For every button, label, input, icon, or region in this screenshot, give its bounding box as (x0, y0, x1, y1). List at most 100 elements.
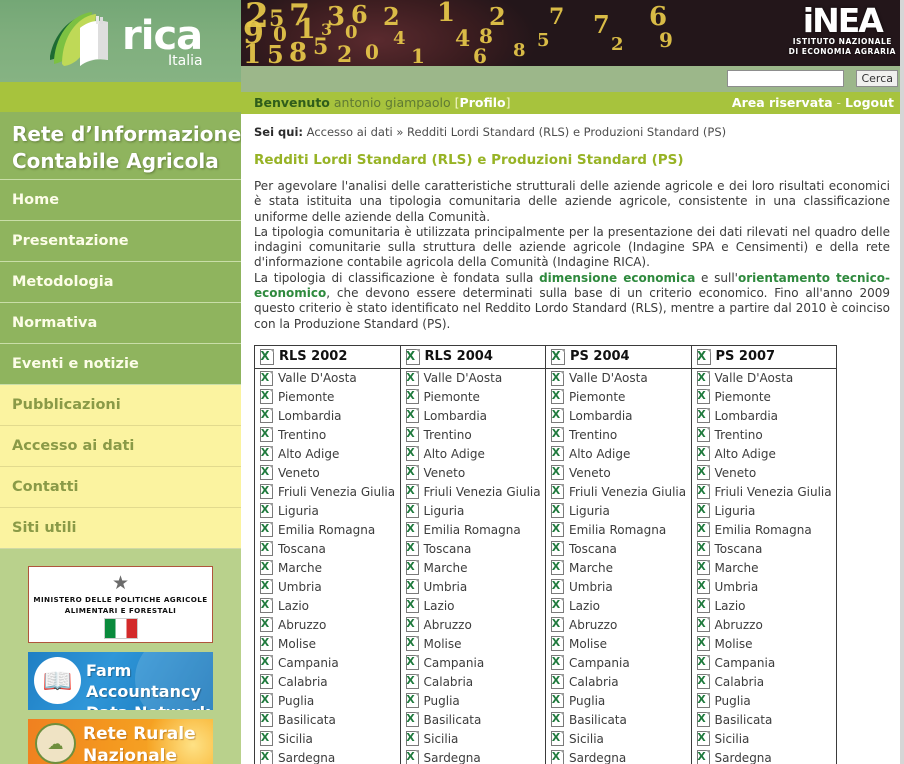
download-link[interactable]: X Basilicata (260, 712, 396, 728)
download-link[interactable]: X Molise (696, 636, 833, 652)
download-link[interactable]: X Veneto (696, 465, 833, 481)
logo-rete-rurale-nazionale[interactable]: ☁ Rete Rurale Nazionale (28, 719, 213, 764)
download-link[interactable]: X Calabria (405, 674, 542, 690)
download-link[interactable]: X Piemonte (405, 389, 542, 405)
download-link[interactable]: X Campania (405, 655, 542, 671)
logo-mipaaf[interactable]: ★ MINISTERO DELLE POLITICHE AGRICOLE ALI… (28, 566, 213, 643)
download-link[interactable]: X Trentino (696, 427, 833, 443)
sidebar-item-pubblicazioni[interactable]: Pubblicazioni (0, 385, 241, 426)
download-link[interactable]: X Marche (696, 560, 833, 576)
download-link[interactable]: X Campania (551, 655, 687, 671)
download-link[interactable]: X Valle D'Aosta (551, 370, 687, 386)
download-link[interactable]: X Toscana (405, 541, 542, 557)
download-link[interactable]: X Lazio (696, 598, 833, 614)
download-link[interactable]: X Friuli Venezia Giulia (696, 484, 833, 500)
download-link[interactable]: X Valle D'Aosta (696, 370, 833, 386)
download-link[interactable]: X Alto Adige (696, 446, 833, 462)
download-link[interactable]: X Umbria (696, 579, 833, 595)
sidebar-item-siti-utili[interactable]: Siti utili (0, 508, 241, 549)
download-link[interactable]: X Toscana (260, 541, 396, 557)
download-link[interactable]: X Molise (260, 636, 396, 652)
download-link[interactable]: X Emilia Romagna (405, 522, 542, 538)
download-link[interactable]: X Campania (260, 655, 396, 671)
sidebar-item-metodologia[interactable]: Metodologia (0, 262, 241, 303)
download-link[interactable]: X Abruzzo (551, 617, 687, 633)
download-link[interactable]: X Friuli Venezia Giulia (405, 484, 542, 500)
download-link[interactable]: X Puglia (551, 693, 687, 709)
download-link[interactable]: X Sicilia (696, 731, 833, 747)
download-link[interactable]: X Umbria (551, 579, 687, 595)
search-input[interactable] (727, 70, 844, 87)
column-header-rls-2002[interactable]: X RLS 2002 (260, 348, 396, 365)
sidebar-item-eventi-e-notizie[interactable]: Eventi e notizie (0, 344, 241, 385)
download-link[interactable]: X Trentino (260, 427, 396, 443)
download-link[interactable]: X Basilicata (696, 712, 833, 728)
download-link[interactable]: X Sardegna (696, 750, 833, 764)
breadcrumb-link-accesso-ai-dati[interactable]: Accesso ai dati (307, 125, 393, 139)
download-link[interactable]: X Sardegna (551, 750, 687, 764)
download-link[interactable]: X Abruzzo (260, 617, 396, 633)
download-link[interactable]: X Veneto (405, 465, 542, 481)
download-link[interactable]: X Calabria (551, 674, 687, 690)
download-link[interactable]: X Alto Adige (260, 446, 396, 462)
download-link[interactable]: X Emilia Romagna (696, 522, 833, 538)
download-link[interactable]: X Sicilia (405, 731, 542, 747)
download-link[interactable]: X Alto Adige (405, 446, 542, 462)
sidebar-item-normativa[interactable]: Normativa (0, 303, 241, 344)
download-link[interactable]: X Sardegna (405, 750, 542, 764)
download-link[interactable]: X Abruzzo (696, 617, 833, 633)
sidebar-item-home[interactable]: Home (0, 180, 241, 221)
download-link[interactable]: X Puglia (696, 693, 833, 709)
download-link[interactable]: X Umbria (405, 579, 542, 595)
download-link[interactable]: X Molise (405, 636, 542, 652)
download-link[interactable]: X Campania (696, 655, 833, 671)
download-link[interactable]: X Liguria (405, 503, 542, 519)
download-link[interactable]: X Lazio (260, 598, 396, 614)
sidebar-item-accesso-ai-dati[interactable]: Accesso ai dati (0, 426, 241, 467)
download-link[interactable]: X Emilia Romagna (551, 522, 687, 538)
download-link[interactable]: X Liguria (260, 503, 396, 519)
download-link[interactable]: X Piemonte (696, 389, 833, 405)
download-link[interactable]: X Friuli Venezia Giulia (260, 484, 396, 500)
profile-link[interactable]: Profilo (460, 95, 506, 110)
download-link[interactable]: X Umbria (260, 579, 396, 595)
download-link[interactable]: X Alto Adige (551, 446, 687, 462)
download-link[interactable]: X Toscana (696, 541, 833, 557)
logo-fadn[interactable]: 📖 Farm Accountancy Data Network (28, 652, 213, 710)
download-link[interactable]: X Emilia Romagna (260, 522, 396, 538)
download-link[interactable]: X Lazio (405, 598, 542, 614)
download-link[interactable]: X Toscana (551, 541, 687, 557)
logout-link[interactable]: Logout (845, 95, 894, 110)
download-link[interactable]: X Molise (551, 636, 687, 652)
sidebar-item-contatti[interactable]: Contatti (0, 467, 241, 508)
download-link[interactable]: X Abruzzo (405, 617, 542, 633)
download-link[interactable]: X Marche (260, 560, 396, 576)
column-header-ps-2004[interactable]: X PS 2004 (551, 348, 687, 365)
download-link[interactable]: X Lombardia (405, 408, 542, 424)
download-link[interactable]: X Veneto (260, 465, 396, 481)
download-link[interactable]: X Basilicata (405, 712, 542, 728)
download-link[interactable]: X Valle D'Aosta (260, 370, 396, 386)
download-link[interactable]: X Valle D'Aosta (405, 370, 542, 386)
download-link[interactable]: X Lombardia (551, 408, 687, 424)
download-link[interactable]: X Sicilia (260, 731, 396, 747)
download-link[interactable]: X Marche (405, 560, 542, 576)
reserved-area-link[interactable]: Area riservata (732, 95, 833, 110)
download-link[interactable]: X Puglia (260, 693, 396, 709)
download-link[interactable]: X Trentino (551, 427, 687, 443)
download-link[interactable]: X Calabria (260, 674, 396, 690)
sidebar-item-presentazione[interactable]: Presentazione (0, 221, 241, 262)
download-link[interactable]: X Trentino (405, 427, 542, 443)
download-link[interactable]: X Liguria (551, 503, 687, 519)
download-link[interactable]: X Lazio (551, 598, 687, 614)
download-link[interactable]: X Sicilia (551, 731, 687, 747)
download-link[interactable]: X Puglia (405, 693, 542, 709)
column-header-rls-2004[interactable]: X RLS 2004 (405, 348, 542, 365)
download-link[interactable]: X Calabria (696, 674, 833, 690)
download-link[interactable]: X Piemonte (260, 389, 396, 405)
download-link[interactable]: X Veneto (551, 465, 687, 481)
download-link[interactable]: X Sardegna (260, 750, 396, 764)
download-link[interactable]: X Marche (551, 560, 687, 576)
download-link[interactable]: X Lombardia (260, 408, 396, 424)
download-link[interactable]: X Basilicata (551, 712, 687, 728)
